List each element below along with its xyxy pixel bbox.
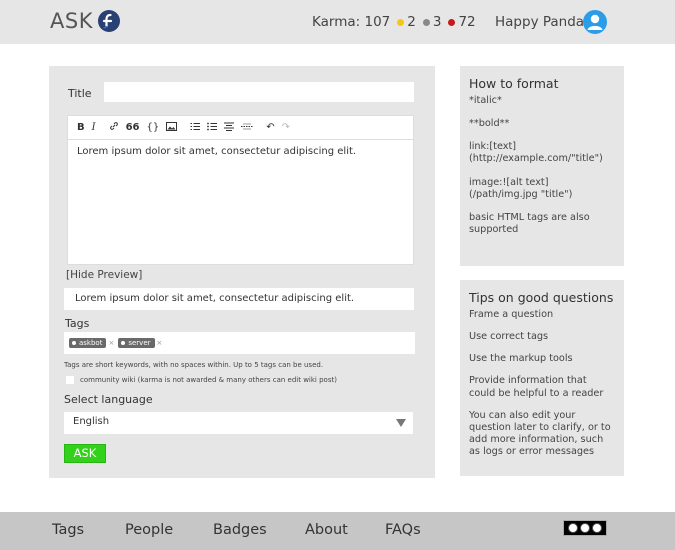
gold-badge-count: 2	[407, 14, 416, 30]
editor-toolbar: B I 66 {} ↶ ↷	[68, 116, 413, 140]
tags-label: Tags	[65, 317, 90, 330]
footer-link-badges[interactable]: Badges	[213, 522, 267, 538]
top-header: ASK Karma: 107 2 3 72 Happy Panda	[0, 0, 675, 44]
tag-pill: server	[118, 338, 155, 348]
footer-link-faqs[interactable]: FAQs	[385, 522, 421, 538]
image-icon[interactable]	[166, 121, 178, 134]
karma-value: 107	[364, 14, 391, 30]
footer-link-people[interactable]: People	[125, 522, 173, 538]
numbered-list-icon[interactable]	[190, 122, 201, 134]
tips-title: Tips on good questions	[469, 290, 614, 305]
tip-item: Frame a question	[469, 309, 554, 320]
silver-badge-count: 3	[432, 14, 442, 30]
italic-button[interactable]: I	[92, 122, 96, 133]
silver-badge-icon	[422, 18, 430, 26]
community-wiki-checkbox[interactable]	[66, 376, 74, 384]
tip-item: Provide information that could be helpfu…	[469, 375, 604, 399]
creative-commons-icon[interactable]	[563, 520, 607, 536]
tips-box: Tips on good questions Frame a question …	[460, 280, 624, 476]
redo-icon[interactable]: ↷	[282, 122, 290, 133]
undo-icon[interactable]: ↶	[266, 122, 274, 133]
tip-item: Use the markup tools	[469, 353, 573, 365]
tag-pill: askbot	[69, 338, 107, 348]
tags-help-text: Tags are short keywords, with no spaces …	[64, 361, 324, 369]
format-help-item: **bold**	[469, 118, 510, 130]
tag-item[interactable]: askbot ×	[69, 338, 114, 348]
format-help-box: How to format *italic* **bold** link:[te…	[460, 66, 624, 266]
tag-dot-icon	[72, 341, 76, 345]
tag-remove-icon[interactable]: ×	[108, 339, 114, 347]
tag-dot-icon	[121, 341, 126, 345]
footer: Tags People Badges About FAQs	[0, 512, 675, 550]
format-help-item: image:![alt text](/path/img.jpg "title")	[469, 176, 573, 200]
format-help-item: *italic*	[469, 95, 502, 106]
logo-text: ASK	[50, 9, 93, 33]
bulleted-list-icon[interactable]	[207, 122, 218, 134]
chevron-down-icon	[396, 419, 406, 427]
footer-link-tags[interactable]: Tags	[52, 522, 84, 538]
preview-pane: Lorem ipsum dolor sit amet, consectetur …	[64, 288, 414, 310]
site-logo[interactable]: ASK	[50, 9, 120, 33]
tag-item[interactable]: server ×	[118, 338, 162, 348]
avatar[interactable]	[583, 10, 607, 34]
format-help-item: link:[text](http://example.com/"title")	[469, 141, 603, 165]
code-icon[interactable]: {}	[147, 122, 160, 133]
quote-icon[interactable]: 66	[126, 122, 140, 133]
hide-preview-link[interactable]: [Hide Preview]	[66, 269, 142, 281]
ask-button[interactable]: ASK	[64, 444, 106, 463]
tag-name: askbot	[79, 339, 103, 347]
title-input[interactable]	[104, 82, 414, 102]
tag-name: server	[128, 339, 151, 347]
format-help-item: basic HTML tags are also supported	[469, 211, 590, 235]
community-wiki-label: community wiki (karma is not awarded & m…	[80, 376, 337, 384]
title-label: Title	[68, 87, 92, 100]
language-select[interactable]: English	[64, 412, 413, 434]
format-help-title: How to format	[469, 76, 559, 91]
tip-item: Use correct tags	[469, 331, 549, 343]
footer-link-about[interactable]: About	[305, 522, 348, 538]
editor-textarea[interactable]: Lorem ipsum dolor sit amet, consectetur …	[68, 140, 413, 163]
language-value: English	[73, 416, 110, 427]
karma-summary: Karma: 107 2 3 72	[312, 14, 476, 30]
bronze-badge-count: 72	[458, 14, 476, 30]
tags-input[interactable]: askbot × server ×	[64, 332, 415, 354]
bronze-badge-icon	[448, 18, 456, 26]
ask-form-panel: Title B I 66 {} ↶ ↷ Lorem ipsum dolor si…	[49, 66, 435, 478]
fedora-icon	[97, 10, 120, 32]
question-editor: B I 66 {} ↶ ↷ Lorem ipsum dolor sit amet…	[67, 115, 414, 265]
tip-item: You can also edit your question later to…	[469, 409, 611, 457]
tag-remove-icon[interactable]: ×	[157, 339, 163, 347]
horizontal-rule-icon[interactable]	[241, 122, 254, 134]
link-icon[interactable]	[109, 121, 119, 134]
karma-label: Karma:	[312, 14, 361, 30]
language-label: Select language	[64, 393, 153, 406]
user-icon	[587, 14, 603, 30]
heading-icon[interactable]	[224, 122, 235, 134]
gold-badge-icon	[397, 18, 405, 26]
username-link[interactable]: Happy Panda	[495, 14, 584, 30]
bold-button[interactable]: B	[77, 122, 85, 133]
